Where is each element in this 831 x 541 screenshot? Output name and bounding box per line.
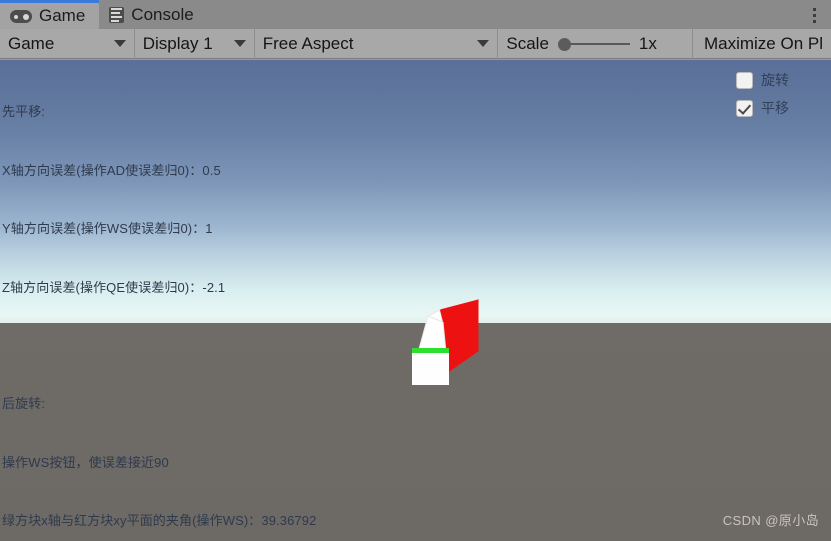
green-white-cube	[412, 348, 449, 385]
scale-slider-knob[interactable]	[557, 37, 571, 51]
game-viewport[interactable]: 先平移: X轴方向误差(操作AD使误差归0)：0.5 Y轴方向误差(操作WS使误…	[0, 60, 831, 541]
view-type-value: Game	[8, 34, 55, 53]
chevron-down-icon	[477, 40, 490, 47]
tab-console-label: Console	[131, 4, 194, 24]
scale-slider[interactable]	[557, 36, 630, 52]
aspect-ratio-dropdown[interactable]: Free Aspect	[255, 28, 499, 59]
unity-game-window: Game Console Game Display 1 Free Aspect …	[0, 0, 831, 541]
maximize-on-play-toggle[interactable]: Maximize On Pl	[693, 29, 831, 59]
tab-game[interactable]: Game	[0, 0, 100, 29]
csdn-watermark: CSDN @原小岛	[722, 513, 819, 528]
tab-game-label: Game	[39, 6, 86, 25]
view-type-dropdown[interactable]: Game	[0, 28, 135, 59]
chevron-down-icon	[233, 40, 246, 47]
display-dropdown[interactable]: Display 1	[135, 28, 255, 59]
scene-cubes	[412, 299, 479, 385]
game-view-toolbar: Game Display 1 Free Aspect Scale 1x Maxi…	[0, 28, 831, 59]
maximize-on-play-label: Maximize On Pl	[703, 34, 823, 53]
kebab-menu-icon[interactable]	[805, 5, 823, 25]
scale-label: Scale	[506, 34, 549, 53]
display-value: Display 1	[142, 34, 213, 53]
aspect-ratio-value: Free Aspect	[262, 34, 354, 53]
tab-bar: Game Console	[0, 0, 831, 29]
scale-value: 1x	[638, 33, 657, 53]
console-list-icon	[109, 6, 125, 23]
tab-console[interactable]: Console	[99, 0, 208, 29]
chevron-down-icon	[113, 40, 126, 47]
scale-control[interactable]: Scale 1x	[498, 28, 693, 59]
gamepad-icon	[10, 9, 32, 23]
